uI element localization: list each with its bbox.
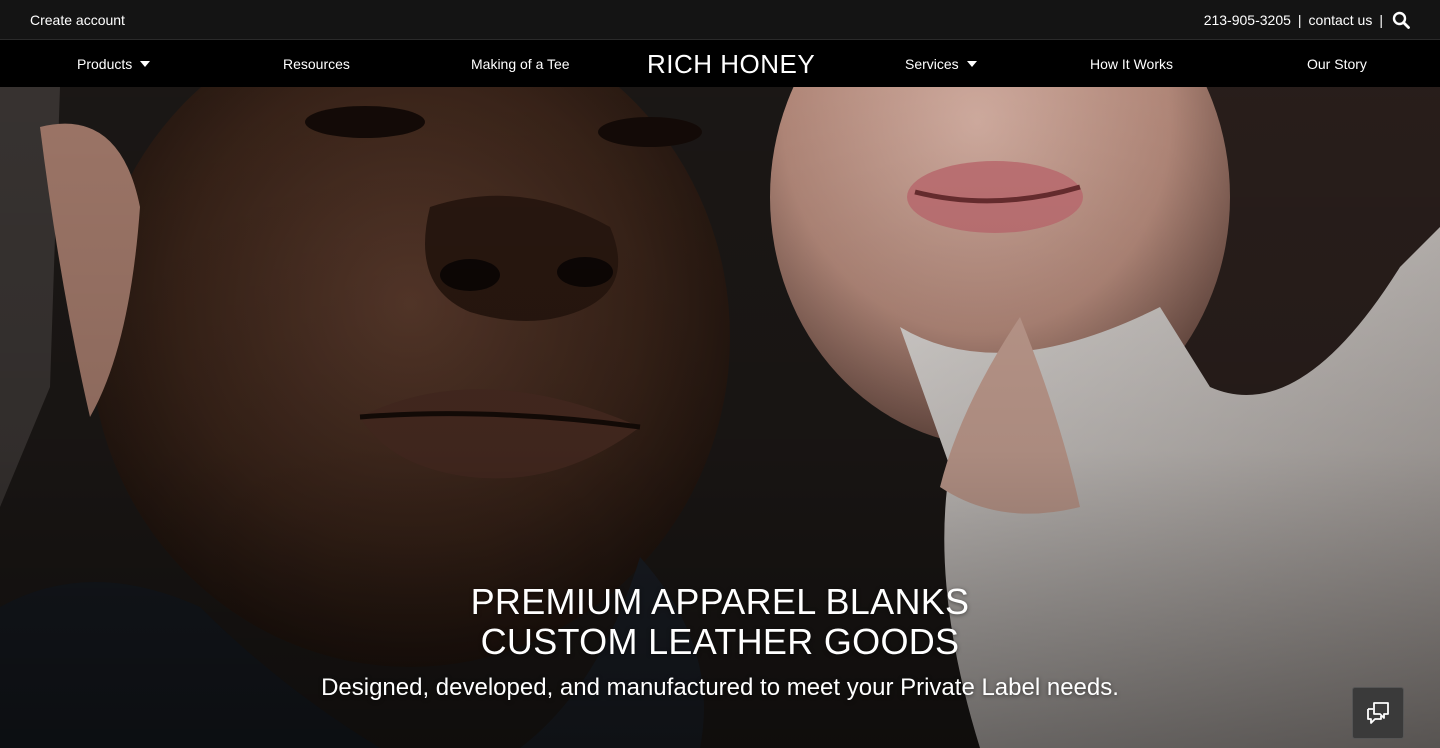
chat-widget-button[interactable] bbox=[1352, 687, 1404, 739]
nav-products-label: Products bbox=[77, 56, 133, 72]
phone-link[interactable]: 213-905-3205 bbox=[1204, 12, 1291, 28]
divider: | bbox=[1379, 11, 1383, 28]
nav-how-it-works[interactable]: How It Works bbox=[1090, 40, 1173, 88]
nav-making-of-a-tee[interactable]: Making of a Tee bbox=[471, 40, 570, 88]
top-utility-bar: Create account 213-905-3205 | contact us… bbox=[0, 0, 1440, 39]
chat-icon bbox=[1367, 702, 1389, 724]
nav-services-label: Services bbox=[905, 56, 959, 72]
nav-our-story[interactable]: Our Story bbox=[1307, 40, 1367, 88]
divider: | bbox=[1297, 11, 1302, 28]
create-account-link[interactable]: Create account bbox=[30, 12, 125, 28]
topbar-right: 213-905-3205 | contact us | bbox=[1204, 11, 1410, 29]
hero-title-line-1: PREMIUM APPAREL BLANKS bbox=[470, 581, 970, 622]
hero-banner: PREMIUM APPAREL BLANKS CUSTOM LEATHER GO… bbox=[0, 87, 1440, 748]
nav-products[interactable]: Products bbox=[77, 40, 151, 88]
contact-us-link[interactable]: contact us bbox=[1309, 12, 1373, 28]
hero-text: PREMIUM APPAREL BLANKS CUSTOM LEATHER GO… bbox=[0, 582, 1440, 702]
brand-logo[interactable]: RICH HONEY bbox=[647, 40, 815, 88]
main-navigation: Products Resources Making of a Tee RICH … bbox=[0, 39, 1440, 87]
hero-title-line-2: CUSTOM LEATHER GOODS bbox=[480, 621, 960, 662]
chevron-down-icon bbox=[140, 61, 151, 67]
search-icon[interactable] bbox=[1392, 11, 1410, 29]
chevron-down-icon bbox=[966, 61, 977, 67]
hero-subtitle: Designed, developed, and manufactured to… bbox=[321, 674, 1119, 701]
nav-resources[interactable]: Resources bbox=[283, 40, 350, 88]
nav-services[interactable]: Services bbox=[905, 40, 977, 88]
